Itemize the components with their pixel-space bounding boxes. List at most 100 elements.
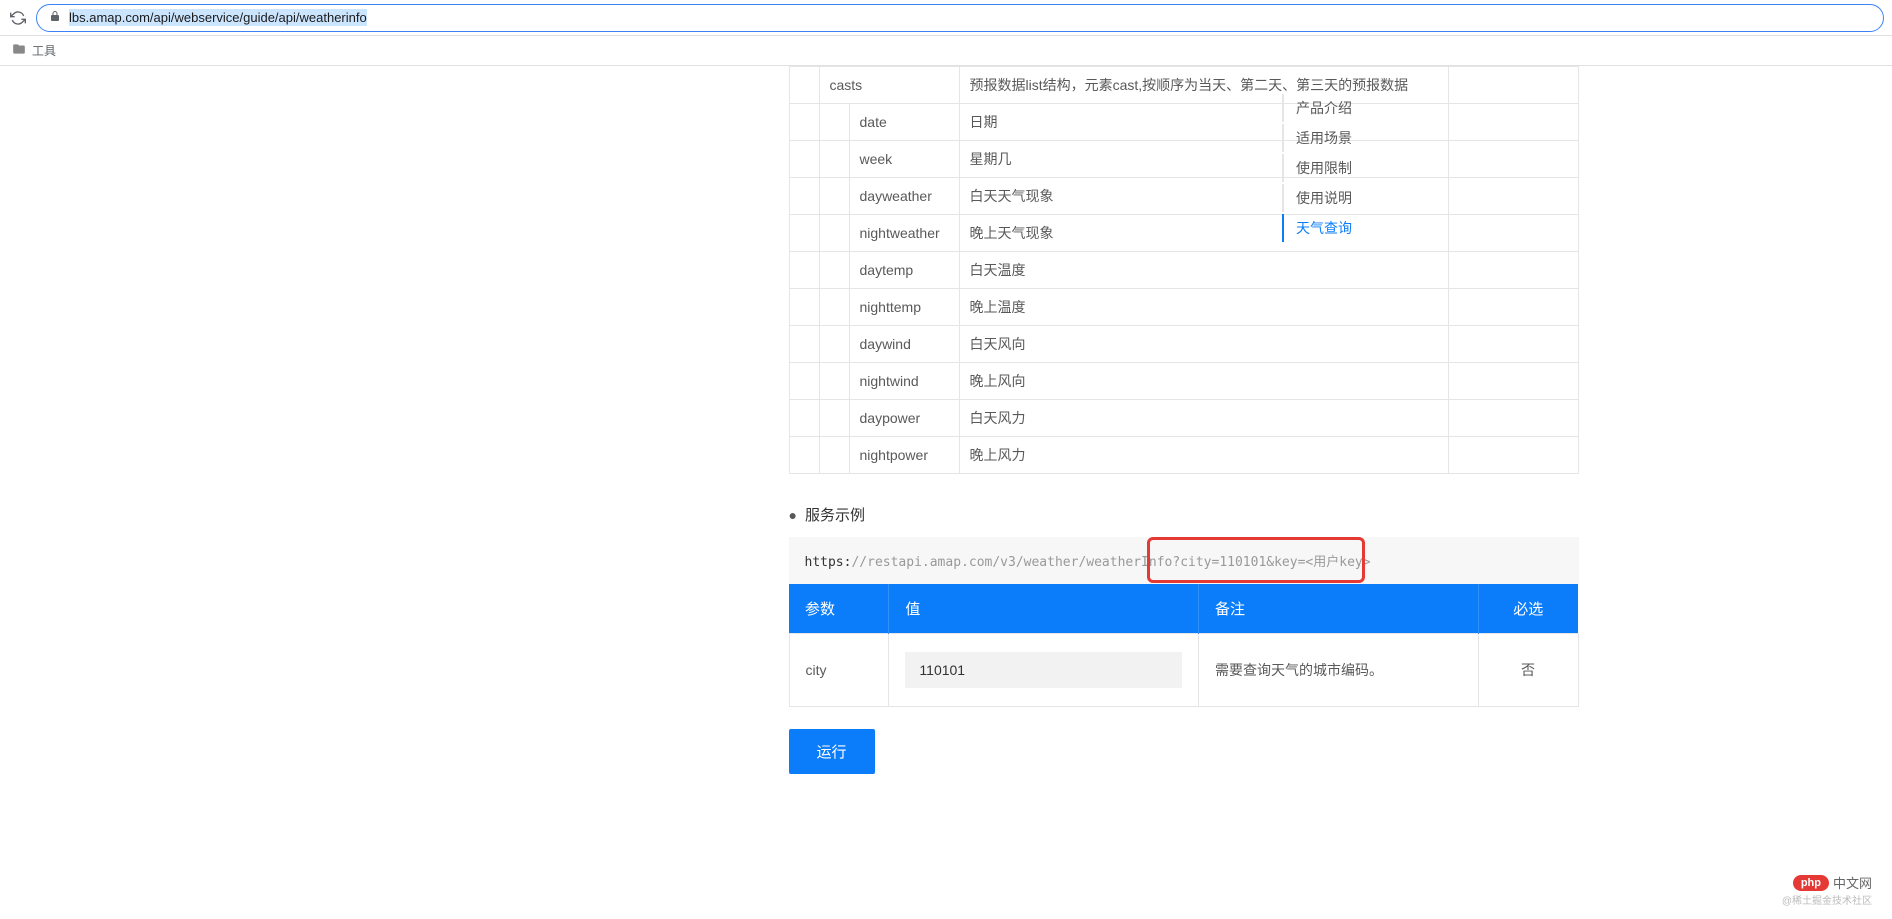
- url-address-bar[interactable]: lbs.amap.com/api/webservice/guide/api/we…: [36, 4, 1884, 32]
- field-name-cell: nightwind: [849, 363, 959, 400]
- service-example-heading: ● 服务示例: [789, 504, 1579, 525]
- indent-cell-2: [819, 400, 849, 437]
- field-desc-cell: 晚上温度: [959, 289, 1448, 326]
- field-name-cell: daypower: [849, 400, 959, 437]
- indent-cell: [789, 437, 819, 474]
- param-required-cell: 否: [1478, 634, 1578, 707]
- field-name-cell: week: [849, 141, 959, 178]
- url-scheme: https:: [805, 555, 852, 570]
- run-button[interactable]: 运行: [789, 729, 875, 774]
- refresh-button[interactable]: [8, 8, 28, 28]
- field-desc-cell: 晚上风力: [959, 437, 1448, 474]
- empty-cell: [1448, 363, 1578, 400]
- bookmark-folder-tools[interactable]: 工具: [32, 42, 56, 59]
- param-name-cell: city: [789, 634, 889, 707]
- juejin-text: @稀土掘金技术社区: [1782, 892, 1872, 907]
- api-row: daytemp白天温度: [789, 252, 1578, 289]
- empty-cell: [1448, 326, 1578, 363]
- api-row: nightweather晚上天气现象: [789, 215, 1578, 252]
- indent-cell-2: [819, 252, 849, 289]
- empty-cell: [1448, 400, 1578, 437]
- empty-cell: [1448, 215, 1578, 252]
- indent-cell: [789, 289, 819, 326]
- field-name-cell: nightweather: [849, 215, 959, 252]
- indent-cell-2: [819, 289, 849, 326]
- php-text: 中文网: [1833, 873, 1872, 892]
- empty-cell: [1448, 252, 1578, 289]
- nav-item-1[interactable]: 适用场景: [1282, 124, 1362, 152]
- lock-icon: [49, 10, 61, 25]
- api-row: week星期几: [789, 141, 1578, 178]
- empty-cell: [1448, 104, 1578, 141]
- api-row: casts预报数据list结构，元素cast,按顺序为当天、第二天、第三天的预报…: [789, 67, 1578, 104]
- field-desc-cell: 白天风力: [959, 400, 1448, 437]
- request-params-table: 参数 值 备注 必选 city 需要查询天气的城市编码。 否: [789, 584, 1579, 707]
- indent-cell: [789, 178, 819, 215]
- url-text: lbs.amap.com/api/webservice/guide/api/we…: [69, 9, 367, 26]
- indent-cell: [789, 326, 819, 363]
- watermark: php 中文网 @稀土掘金技术社区: [1782, 873, 1872, 907]
- field-name-cell: date: [849, 104, 959, 141]
- field-desc-cell: 预报数据list结构，元素cast,按顺序为当天、第二天、第三天的预报数据: [959, 67, 1448, 104]
- field-name-cell: nightpower: [849, 437, 959, 474]
- field-desc-cell: 晚上风向: [959, 363, 1448, 400]
- indent-cell-2: [819, 178, 849, 215]
- nav-item-0[interactable]: 产品介绍: [1282, 94, 1362, 122]
- folder-icon: [12, 42, 26, 59]
- api-row: daypower白天风力: [789, 400, 1578, 437]
- api-row: nighttemp晚上温度: [789, 289, 1578, 326]
- url-rest: //restapi.amap.com/v3/weather/weatherInf…: [851, 555, 1370, 570]
- empty-cell: [1448, 67, 1578, 104]
- field-desc-cell: 白天温度: [959, 252, 1448, 289]
- empty-cell: [1448, 178, 1578, 215]
- indent-cell-2: [819, 104, 849, 141]
- nav-item-3[interactable]: 使用说明: [1282, 184, 1362, 212]
- service-url-code-block[interactable]: https://restapi.amap.com/v3/weather/weat…: [789, 537, 1579, 584]
- api-row: dayweather白天天气现象: [789, 178, 1578, 215]
- indent-cell-2: [819, 437, 849, 474]
- field-desc-cell: 日期: [959, 104, 1448, 141]
- service-example-title: 服务示例: [805, 504, 865, 525]
- api-row: nightpower晚上风力: [789, 437, 1578, 474]
- param-row-city: city 需要查询天气的城市编码。 否: [789, 634, 1578, 707]
- bullet-icon: ●: [789, 507, 797, 523]
- indent-cell: [789, 400, 819, 437]
- indent-cell-2: [819, 363, 849, 400]
- th-required: 必选: [1478, 584, 1578, 634]
- indent-cell: [789, 215, 819, 252]
- th-param: 参数: [789, 584, 889, 634]
- api-row: nightwind晚上风向: [789, 363, 1578, 400]
- empty-cell: [1448, 141, 1578, 178]
- bookmark-bar: 工具: [0, 36, 1892, 66]
- indent-cell-2: [819, 326, 849, 363]
- right-side-nav: 产品介绍适用场景使用限制使用说明天气查询: [1282, 94, 1362, 244]
- field-name-cell: casts: [819, 67, 959, 104]
- th-note: 备注: [1198, 584, 1478, 634]
- indent-cell: [789, 363, 819, 400]
- indent-cell: [789, 104, 819, 141]
- field-name-cell: daytemp: [849, 252, 959, 289]
- empty-cell: [1448, 289, 1578, 326]
- indent-cell-2: [819, 141, 849, 178]
- empty-cell: [1448, 437, 1578, 474]
- field-name-cell: dayweather: [849, 178, 959, 215]
- field-name-cell: daywind: [849, 326, 959, 363]
- main-content: casts预报数据list结构，元素cast,按顺序为当天、第二天、第三天的预报…: [789, 66, 1579, 774]
- indent-cell: [789, 67, 819, 104]
- api-response-table: casts预报数据list结构，元素cast,按顺序为当天、第二天、第三天的预报…: [789, 66, 1579, 474]
- php-badge: php: [1793, 875, 1829, 891]
- field-desc-cell: 星期几: [959, 141, 1448, 178]
- browser-navigation-bar: lbs.amap.com/api/webservice/guide/api/we…: [0, 0, 1892, 36]
- indent-cell-2: [819, 215, 849, 252]
- api-row: daywind白天风向: [789, 326, 1578, 363]
- th-value: 值: [889, 584, 1199, 634]
- nav-item-2[interactable]: 使用限制: [1282, 154, 1362, 182]
- field-desc-cell: 白天天气现象: [959, 178, 1448, 215]
- nav-item-4[interactable]: 天气查询: [1282, 214, 1362, 242]
- field-desc-cell: 白天风向: [959, 326, 1448, 363]
- city-value-input[interactable]: [905, 652, 1182, 688]
- indent-cell: [789, 141, 819, 178]
- api-row: date日期: [789, 104, 1578, 141]
- param-note-cell: 需要查询天气的城市编码。: [1198, 634, 1478, 707]
- field-name-cell: nighttemp: [849, 289, 959, 326]
